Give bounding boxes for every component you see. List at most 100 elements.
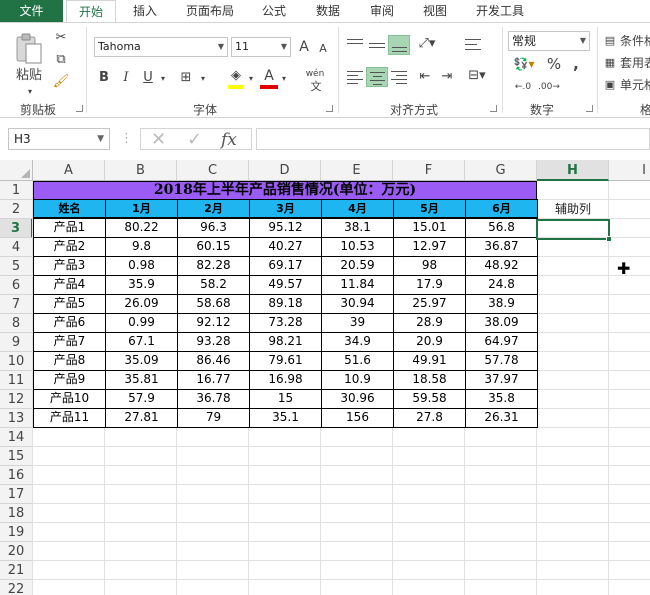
row-header-11[interactable]: 11 bbox=[0, 371, 33, 390]
row-header-19[interactable]: 19 bbox=[0, 523, 33, 542]
value-cell[interactable]: 36.87 bbox=[465, 237, 538, 257]
value-cell[interactable]: 9.8 bbox=[105, 237, 178, 257]
product-name-cell[interactable]: 产品9 bbox=[33, 370, 106, 390]
format-painter-icon[interactable]: 🖌 bbox=[52, 73, 70, 91]
column-header-c[interactable]: C bbox=[177, 160, 249, 181]
value-cell[interactable]: 25.97 bbox=[393, 294, 466, 314]
value-cell[interactable]: 24.8 bbox=[465, 275, 538, 295]
product-name-cell[interactable]: 产品7 bbox=[33, 332, 106, 352]
paste-dropdown-icon[interactable]: ▾ bbox=[24, 83, 36, 101]
value-cell[interactable]: 30.94 bbox=[321, 294, 394, 314]
value-cell[interactable]: 28.9 bbox=[393, 313, 466, 333]
tab-review[interactable]: 审阅 bbox=[360, 0, 404, 22]
enter-icon[interactable]: ✓ bbox=[187, 129, 202, 151]
name-box[interactable]: H3 ▼ bbox=[8, 128, 110, 150]
product-name-cell[interactable]: 产品3 bbox=[33, 256, 106, 276]
grow-font-button[interactable]: A bbox=[296, 38, 312, 56]
row-header-3[interactable]: 3 bbox=[0, 219, 33, 238]
table-title-cell[interactable]: 2018年上半年产品销售情况(单位：万元) bbox=[33, 181, 537, 200]
header-cell[interactable]: 2月 bbox=[177, 199, 250, 218]
value-cell[interactable]: 51.6 bbox=[321, 351, 394, 371]
value-cell[interactable]: 57.9 bbox=[105, 389, 178, 409]
percent-button[interactable]: % bbox=[544, 55, 564, 73]
tab-data[interactable]: 数据 bbox=[306, 0, 350, 22]
value-cell[interactable]: 64.97 bbox=[465, 332, 538, 352]
value-cell[interactable]: 96.3 bbox=[177, 218, 250, 238]
row-header-16[interactable]: 16 bbox=[0, 466, 33, 485]
value-cell[interactable]: 36.78 bbox=[177, 389, 250, 409]
cancel-icon[interactable]: ✕ bbox=[151, 129, 166, 151]
insert-function-icon[interactable]: fx bbox=[221, 129, 237, 151]
value-cell[interactable]: 95.12 bbox=[249, 218, 322, 238]
fill-color-icon[interactable]: ◈ bbox=[226, 67, 246, 85]
row-header-4[interactable]: 4 bbox=[0, 238, 33, 257]
paste-icon[interactable] bbox=[14, 31, 44, 65]
comma-button[interactable]: , bbox=[568, 55, 584, 73]
row-header-22[interactable]: 22 bbox=[0, 580, 33, 595]
value-cell[interactable]: 16.98 bbox=[249, 370, 322, 390]
value-cell[interactable]: 26.31 bbox=[465, 408, 538, 428]
merge-center-icon[interactable]: ⊟▾ bbox=[462, 67, 492, 85]
column-header-g[interactable]: G bbox=[465, 160, 537, 181]
increase-indent-icon[interactable]: ⇥ bbox=[436, 68, 458, 86]
chevron-down-icon[interactable]: ▾ bbox=[246, 70, 256, 88]
chevron-down-icon[interactable]: ▾ bbox=[198, 70, 208, 88]
select-all-corner[interactable] bbox=[0, 160, 33, 181]
row-header-20[interactable]: 20 bbox=[0, 542, 33, 561]
product-name-cell[interactable]: 产品5 bbox=[33, 294, 106, 314]
row-header-7[interactable]: 7 bbox=[0, 295, 33, 314]
font-name-combo[interactable]: Tahoma ▼ bbox=[94, 37, 228, 57]
currency-icon[interactable]: 💱▾ bbox=[510, 55, 538, 73]
product-name-cell[interactable]: 产品1 bbox=[33, 218, 106, 238]
value-cell[interactable]: 10.53 bbox=[321, 237, 394, 257]
align-center-button[interactable] bbox=[366, 67, 388, 87]
row-header-6[interactable]: 6 bbox=[0, 276, 33, 295]
value-cell[interactable]: 35.81 bbox=[105, 370, 178, 390]
tab-formulas[interactable]: 公式 bbox=[252, 0, 296, 22]
tab-view[interactable]: 视图 bbox=[413, 0, 457, 22]
shrink-font-button[interactable]: A bbox=[316, 40, 330, 58]
header-cell[interactable]: 姓名 bbox=[33, 199, 106, 218]
value-cell[interactable]: 98 bbox=[393, 256, 466, 276]
align-right-button[interactable] bbox=[388, 67, 410, 87]
product-name-cell[interactable]: 产品6 bbox=[33, 313, 106, 333]
conditional-format-icon[interactable]: ▤ bbox=[602, 32, 618, 50]
copy-icon[interactable]: ⧉ bbox=[52, 51, 70, 69]
value-cell[interactable]: 39 bbox=[321, 313, 394, 333]
value-cell[interactable]: 27.81 bbox=[105, 408, 178, 428]
tab-developer[interactable]: 开发工具 bbox=[467, 0, 533, 22]
value-cell[interactable]: 11.84 bbox=[321, 275, 394, 295]
value-cell[interactable]: 69.17 bbox=[249, 256, 322, 276]
row-header-12[interactable]: 12 bbox=[0, 390, 33, 409]
value-cell[interactable]: 92.12 bbox=[177, 313, 250, 333]
row-header-2[interactable]: 2 bbox=[0, 200, 33, 219]
value-cell[interactable]: 35.8 bbox=[465, 389, 538, 409]
value-cell[interactable]: 27.8 bbox=[393, 408, 466, 428]
value-cell[interactable]: 38.09 bbox=[465, 313, 538, 333]
value-cell[interactable]: 40.27 bbox=[249, 237, 322, 257]
value-cell[interactable]: 35.1 bbox=[249, 408, 322, 428]
font-launcher-icon[interactable] bbox=[326, 105, 333, 112]
number-format-combo[interactable]: 常规 ▼ bbox=[508, 31, 590, 51]
tab-insert[interactable]: 插入 bbox=[122, 0, 168, 22]
tab-page-layout[interactable]: 页面布局 bbox=[177, 0, 243, 22]
value-cell[interactable]: 18.58 bbox=[393, 370, 466, 390]
column-header-i[interactable]: I bbox=[609, 160, 650, 181]
header-cell[interactable]: 6月 bbox=[465, 199, 538, 218]
row-header-13[interactable]: 13 bbox=[0, 409, 33, 428]
product-name-cell[interactable]: 产品4 bbox=[33, 275, 106, 295]
font-color-button[interactable]: A bbox=[260, 67, 278, 85]
value-cell[interactable]: 79.61 bbox=[249, 351, 322, 371]
product-name-cell[interactable]: 产品11 bbox=[33, 408, 106, 428]
italic-button[interactable]: I bbox=[118, 69, 134, 87]
format-as-table-icon[interactable]: ▦ bbox=[602, 54, 618, 72]
align-bottom-button[interactable] bbox=[388, 35, 410, 55]
value-cell[interactable]: 58.68 bbox=[177, 294, 250, 314]
value-cell[interactable]: 48.92 bbox=[465, 256, 538, 276]
value-cell[interactable]: 20.59 bbox=[321, 256, 394, 276]
row-header-9[interactable]: 9 bbox=[0, 333, 33, 352]
row-header-15[interactable]: 15 bbox=[0, 447, 33, 466]
product-name-cell[interactable]: 产品8 bbox=[33, 351, 106, 371]
value-cell[interactable]: 16.77 bbox=[177, 370, 250, 390]
value-cell[interactable]: 58.2 bbox=[177, 275, 250, 295]
